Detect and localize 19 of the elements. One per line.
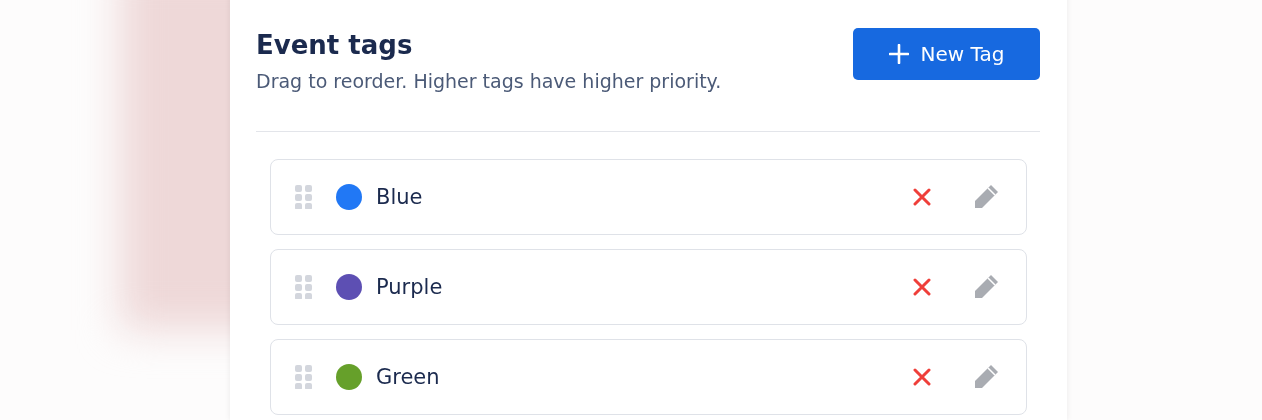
- pencil-icon[interactable]: [972, 273, 1000, 301]
- tag-name: Purple: [376, 275, 444, 299]
- drag-handle-icon[interactable]: [295, 365, 313, 389]
- plus-icon: [888, 44, 909, 64]
- tag-name: Green: [376, 365, 441, 389]
- drag-handle-icon[interactable]: [295, 185, 313, 209]
- tag-row[interactable]: Green: [270, 339, 1027, 415]
- delete-icon[interactable]: [913, 278, 931, 296]
- new-tag-button[interactable]: New Tag: [853, 28, 1040, 80]
- tag-row[interactable]: Purple: [270, 249, 1027, 325]
- tag-row[interactable]: Blue: [270, 159, 1027, 235]
- delete-icon[interactable]: [913, 368, 931, 386]
- pencil-icon[interactable]: [972, 363, 1000, 391]
- drag-handle-icon[interactable]: [295, 275, 313, 299]
- delete-icon[interactable]: [913, 188, 931, 206]
- panel-subtitle: Drag to reorder. Higher tags have higher priority.: [256, 69, 722, 94]
- pencil-icon[interactable]: [972, 183, 1000, 211]
- tag-name: Blue: [376, 185, 424, 209]
- panel-title: Event tags: [256, 29, 414, 62]
